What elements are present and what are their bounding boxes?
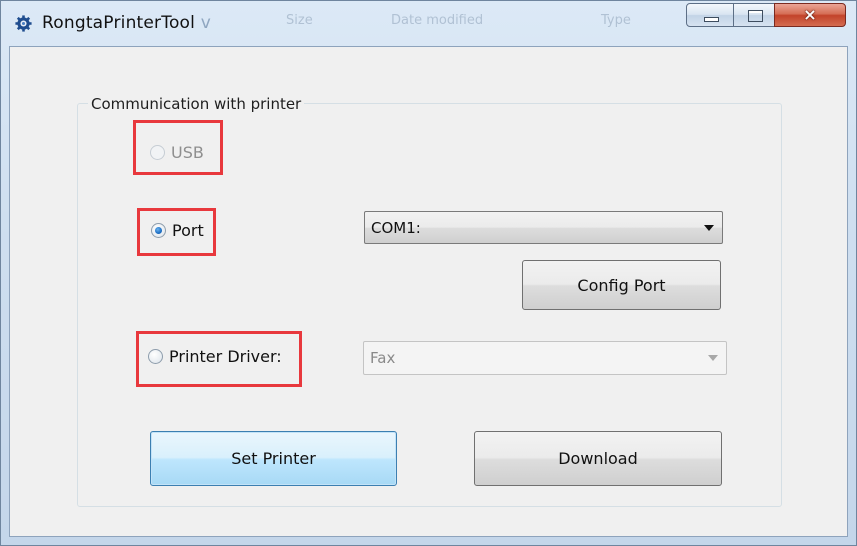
gear-icon [15,15,32,32]
config-port-button[interactable]: Config Port [522,260,721,310]
set-printer-label: Set Printer [231,449,316,468]
minimize-icon [704,17,719,22]
ghost-header-size: Size [286,13,313,28]
maximize-button[interactable] [733,3,775,27]
set-printer-button[interactable]: Set Printer [150,431,397,486]
config-port-label: Config Port [577,275,666,295]
group-title: Communication with printer [88,95,305,113]
chevron-down-icon [704,225,714,231]
driver-select[interactable]: Fax [363,341,727,375]
highlight-port [137,208,216,256]
close-icon: × [803,5,817,24]
maximize-icon [748,10,763,22]
driver-select-value: Fax [370,349,396,367]
download-button[interactable]: Download [474,431,722,486]
window-title: RongtaPrinterTool v [42,13,211,33]
port-select-value: COM1: [371,219,421,237]
ghost-header-type: Type [601,13,631,28]
highlight-printer-driver [136,331,302,387]
highlight-usb [133,120,223,175]
close-button[interactable]: × [774,3,846,27]
port-select[interactable]: COM1: [364,211,723,244]
minimize-button[interactable] [686,3,734,27]
chevron-down-icon [708,355,718,361]
title-bar[interactable]: RongtaPrinterTool v Size Date modified T… [1,1,856,45]
caption-buttons: × [686,3,848,29]
download-label: Download [558,449,638,468]
ghost-header-date: Date modified [391,13,484,28]
